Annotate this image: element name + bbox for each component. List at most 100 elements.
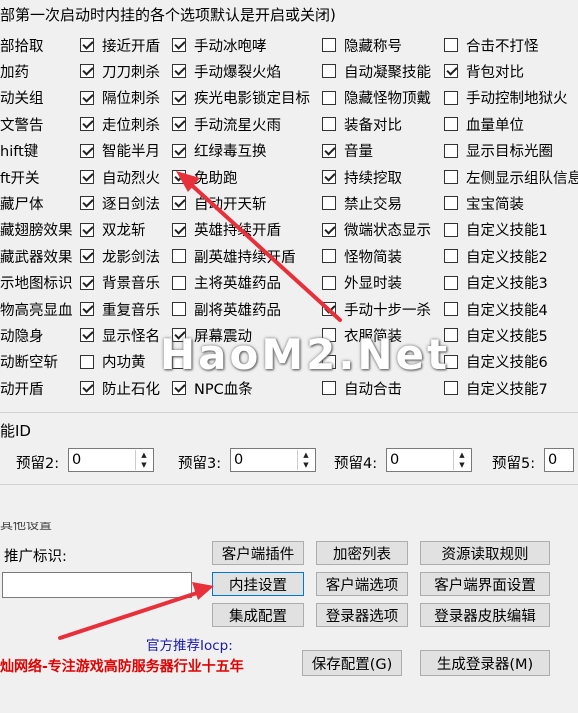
option-checkbox[interactable]: 疾光电影锁定目标 bbox=[172, 85, 310, 111]
checked-box-icon[interactable] bbox=[172, 117, 186, 132]
option-checkbox[interactable]: 合击不打怪 bbox=[444, 32, 539, 58]
option-checkbox[interactable]: 自动开天斩 bbox=[172, 190, 267, 216]
client-plugin-button[interactable]: 客户端插件 bbox=[212, 541, 304, 565]
option-checkbox[interactable]: 装备对比 bbox=[322, 111, 402, 137]
option-checkbox[interactable]: 自定义技能7 bbox=[444, 375, 548, 401]
unchecked-box-icon[interactable] bbox=[444, 38, 458, 52]
client-options-button[interactable]: 客户端选项 bbox=[316, 572, 408, 596]
option-checkbox[interactable]: 刀刀刺杀 bbox=[80, 58, 160, 84]
checked-box-icon[interactable] bbox=[172, 90, 186, 105]
unchecked-box-icon[interactable] bbox=[444, 170, 458, 184]
generate-launcher-button[interactable]: 生成登录器(M) bbox=[420, 650, 550, 676]
option-checkbox[interactable]: 自定义技能2 bbox=[444, 243, 548, 269]
checked-box-icon[interactable] bbox=[172, 222, 186, 237]
promo-id-input[interactable] bbox=[2, 572, 192, 598]
unchecked-box-icon[interactable] bbox=[322, 381, 336, 396]
checked-box-icon[interactable] bbox=[80, 222, 94, 237]
save-config-button[interactable]: 保存配置(G) bbox=[302, 650, 402, 676]
checked-box-icon[interactable] bbox=[80, 170, 94, 184]
spin-down-icon[interactable]: ▼ bbox=[298, 460, 314, 470]
spin-arrows-icon[interactable]: ▲ ▼ bbox=[297, 450, 314, 470]
option-checkbox[interactable]: 红绿毒互换 bbox=[172, 138, 267, 164]
option-checkbox[interactable]: 隐藏称号 bbox=[322, 32, 402, 58]
unchecked-box-icon[interactable] bbox=[322, 196, 336, 211]
client-ui-settings-button[interactable]: 客户端界面设置 bbox=[420, 572, 550, 596]
resource-rules-button[interactable]: 资源读取规则 bbox=[420, 541, 550, 565]
plugin-settings-button[interactable]: 内挂设置 bbox=[212, 572, 304, 596]
option-checkbox[interactable]: 隔位刺杀 bbox=[80, 85, 160, 111]
option-checkbox[interactable]: 自动凝聚技能 bbox=[322, 58, 431, 84]
checked-box-icon[interactable] bbox=[80, 196, 94, 211]
option-checkbox[interactable]: 手动十步一杀 bbox=[322, 296, 431, 322]
spin-down-icon[interactable]: ▼ bbox=[136, 460, 152, 470]
option-checkbox[interactable]: 禁止交易 bbox=[322, 190, 402, 216]
option-checkbox[interactable]: 智能半月 bbox=[80, 138, 160, 164]
reserve-spinbox[interactable]: 0 ▲ ▼ bbox=[386, 448, 472, 472]
checked-box-icon[interactable] bbox=[172, 170, 186, 184]
unchecked-box-icon[interactable] bbox=[444, 222, 458, 237]
option-checkbox[interactable]: 宝宝简装 bbox=[444, 190, 524, 216]
checked-box-icon[interactable] bbox=[444, 64, 458, 79]
checked-box-icon[interactable] bbox=[80, 275, 94, 290]
spin-arrows-icon[interactable]: ▲ ▼ bbox=[135, 450, 152, 470]
option-checkbox[interactable]: NPC血条 bbox=[172, 375, 253, 401]
checked-box-icon[interactable] bbox=[80, 64, 94, 79]
unchecked-box-icon[interactable] bbox=[444, 196, 458, 211]
checked-box-icon[interactable] bbox=[172, 38, 186, 52]
option-checkbox[interactable]: 自定义技能1 bbox=[444, 217, 548, 243]
option-checkbox[interactable]: 背包对比 bbox=[444, 58, 524, 84]
option-checkbox[interactable]: 接近开盾 bbox=[80, 32, 160, 58]
spin-down-icon[interactable]: ▼ bbox=[454, 460, 470, 470]
option-checkbox[interactable]: 自定义技能6 bbox=[444, 349, 548, 375]
option-checkbox[interactable]: 隐藏怪物顶戴 bbox=[322, 85, 431, 111]
unchecked-box-icon[interactable] bbox=[444, 117, 458, 132]
checked-box-icon[interactable] bbox=[172, 196, 186, 211]
checked-box-icon[interactable] bbox=[322, 170, 336, 184]
option-checkbox[interactable]: 自动烈火 bbox=[80, 164, 160, 190]
option-checkbox[interactable]: 手动控制地狱火 bbox=[444, 85, 568, 111]
reserve-spinbox[interactable]: 0 bbox=[544, 448, 574, 472]
checked-box-icon[interactable] bbox=[172, 381, 186, 396]
option-checkbox[interactable]: 持续挖取 bbox=[322, 164, 402, 190]
option-checkbox[interactable]: 手动爆裂火焰 bbox=[172, 58, 281, 84]
checked-box-icon[interactable] bbox=[80, 381, 94, 396]
option-checkbox[interactable]: 怪物简装 bbox=[322, 243, 402, 269]
unchecked-box-icon[interactable] bbox=[80, 354, 94, 369]
integrated-config-button[interactable]: 集成配置 bbox=[212, 603, 304, 627]
option-checkbox[interactable]: 左侧显示组队信息 bbox=[444, 164, 578, 190]
launcher-skin-edit-button[interactable]: 登录器皮肤编辑 bbox=[420, 603, 550, 627]
unchecked-box-icon[interactable] bbox=[444, 90, 458, 105]
option-checkbox[interactable]: 龙影剑法 bbox=[80, 243, 160, 269]
unchecked-box-icon[interactable] bbox=[172, 302, 186, 316]
option-checkbox[interactable]: 走位刺杀 bbox=[80, 111, 160, 137]
checked-box-icon[interactable] bbox=[80, 117, 94, 132]
unchecked-box-icon[interactable] bbox=[322, 249, 336, 264]
spin-up-icon[interactable]: ▲ bbox=[454, 450, 470, 460]
unchecked-box-icon[interactable] bbox=[322, 38, 336, 52]
reserve-spinbox[interactable]: 0 ▲ ▼ bbox=[230, 448, 316, 472]
option-checkbox[interactable]: 免助跑 bbox=[172, 164, 238, 190]
checked-box-icon[interactable] bbox=[80, 38, 94, 52]
option-checkbox[interactable]: 音量 bbox=[322, 138, 373, 164]
unchecked-box-icon[interactable] bbox=[444, 249, 458, 264]
option-checkbox[interactable]: 背景音乐 bbox=[80, 270, 160, 296]
unchecked-box-icon[interactable] bbox=[322, 117, 336, 132]
unchecked-box-icon[interactable] bbox=[444, 381, 458, 396]
unchecked-box-icon[interactable] bbox=[322, 90, 336, 105]
launcher-options-button[interactable]: 登录器选项 bbox=[316, 603, 408, 627]
unchecked-box-icon[interactable] bbox=[322, 64, 336, 79]
unchecked-box-icon[interactable] bbox=[444, 302, 458, 316]
option-checkbox[interactable]: 逐日剑法 bbox=[80, 190, 160, 216]
unchecked-box-icon[interactable] bbox=[172, 249, 186, 264]
checked-box-icon[interactable] bbox=[80, 302, 94, 316]
option-checkbox[interactable]: 自动合击 bbox=[322, 375, 402, 401]
option-checkbox[interactable]: 外显时装 bbox=[322, 270, 402, 296]
checked-box-icon[interactable] bbox=[322, 222, 336, 237]
option-checkbox[interactable]: 英雄持续开盾 bbox=[172, 217, 281, 243]
checked-box-icon[interactable] bbox=[80, 90, 94, 105]
option-checkbox[interactable]: 手动冰咆哮 bbox=[172, 32, 267, 58]
option-checkbox[interactable]: 手动流星火雨 bbox=[172, 111, 281, 137]
option-checkbox[interactable]: 自定义技能3 bbox=[444, 270, 548, 296]
spin-arrows-icon[interactable]: ▲ ▼ bbox=[453, 450, 470, 470]
option-checkbox[interactable]: 自定义技能4 bbox=[444, 296, 548, 322]
